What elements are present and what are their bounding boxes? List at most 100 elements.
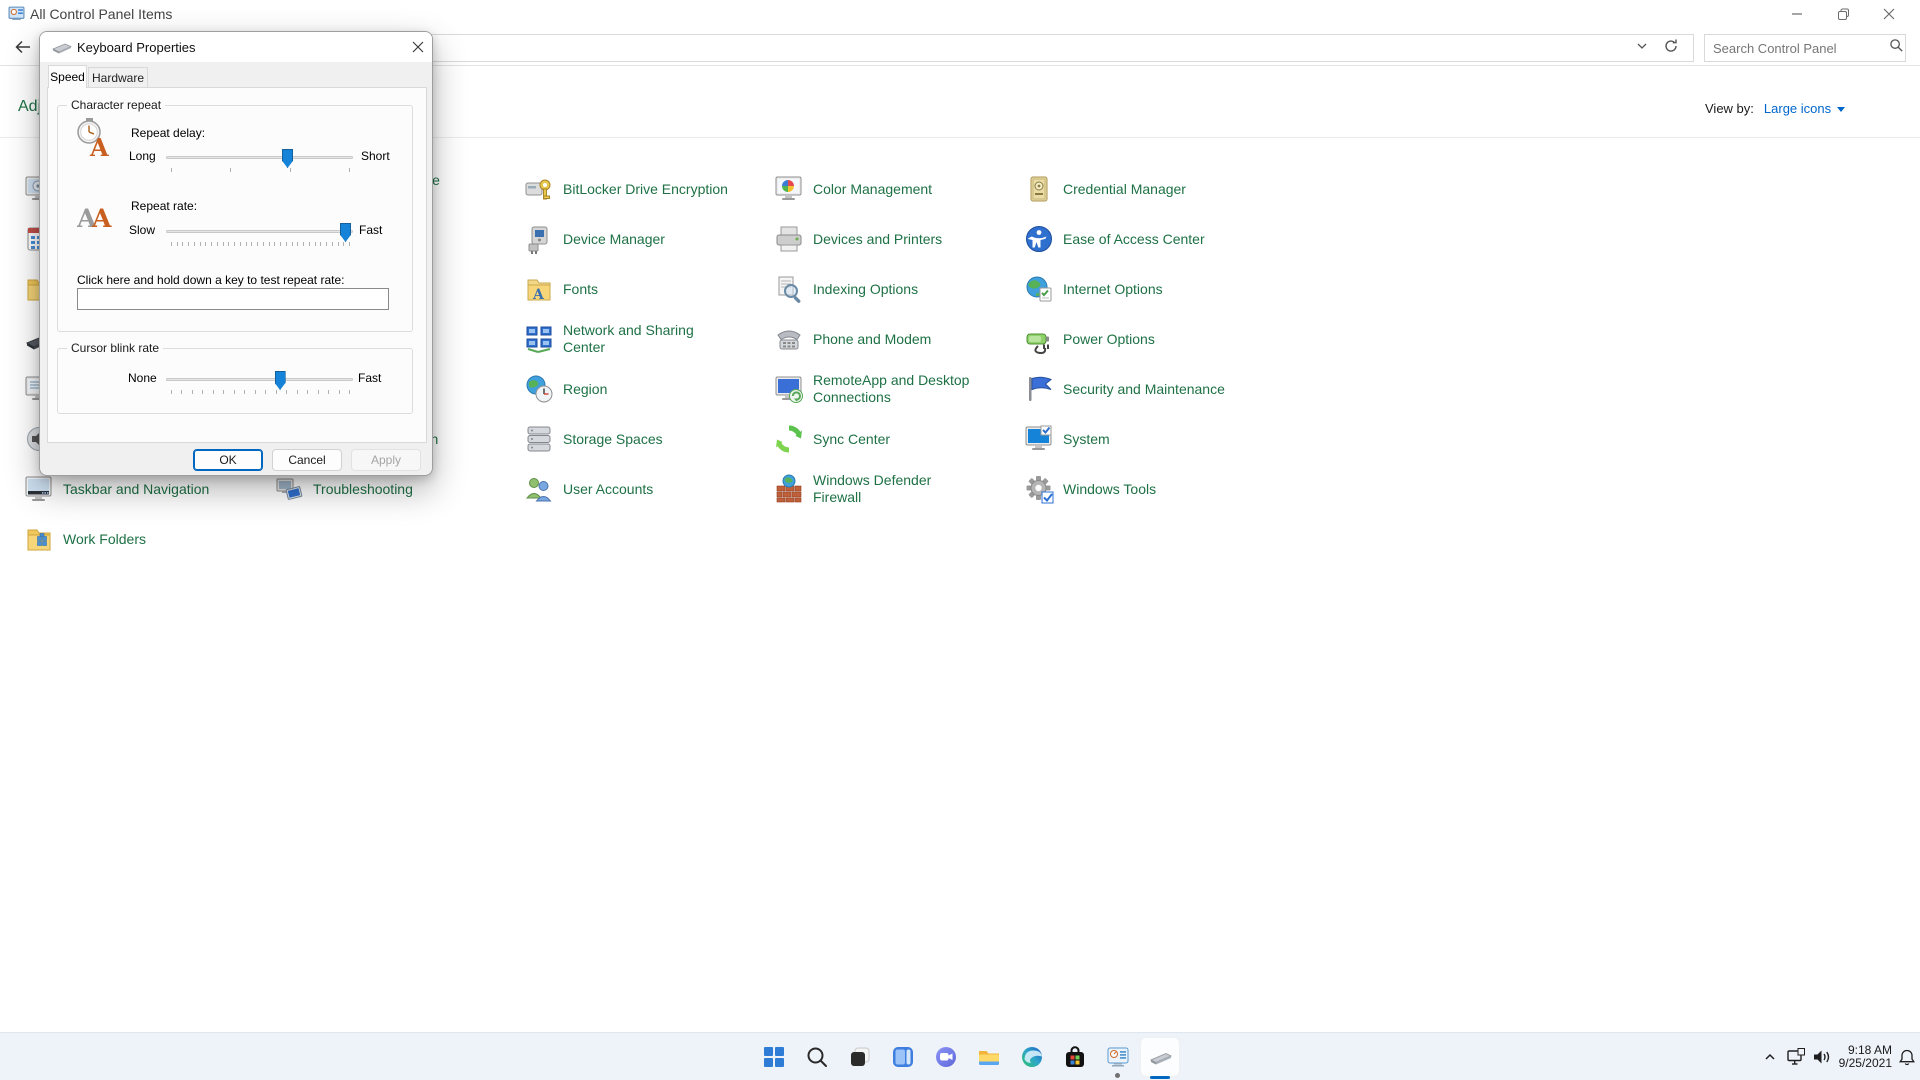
view-by-label: View by: (1705, 101, 1754, 116)
cancel-button[interactable]: Cancel (272, 449, 342, 471)
chevron-down-icon (1836, 105, 1846, 113)
tray-clock[interactable]: 9:18 AM 9/25/2021 (1835, 1044, 1896, 1070)
taskbar-start-icon[interactable] (752, 1033, 795, 1080)
user-accounts-icon (524, 474, 554, 504)
control-panel-item-credential-manager[interactable]: Credential Manager (1024, 171, 1186, 207)
troubleshooting-icon (274, 474, 304, 504)
system-icon (1024, 424, 1054, 454)
control-panel-item-ease-of-access-center[interactable]: Ease of Access Center (1024, 221, 1205, 257)
minimize-button[interactable] (1774, 0, 1820, 28)
taskbar-task-view-icon[interactable] (838, 1033, 881, 1080)
taskbar-widgets-icon[interactable] (881, 1033, 924, 1080)
repeat-delay-slider-track[interactable] (166, 156, 353, 159)
control-panel-item-remoteapp-and-desktop-connections[interactable]: RemoteApp and Desktop Connections (774, 371, 969, 407)
control-panel-item-network-and-sharing-center[interactable]: Network and Sharing Center (524, 321, 694, 357)
control-panel-item-work-folders[interactable]: Work Folders (24, 521, 146, 557)
view-by-dropdown[interactable]: Large icons (1764, 101, 1846, 116)
power-options-icon (1024, 324, 1054, 354)
taskbar: The Collection Book 9:18 AM 9/25/2021 (0, 1032, 1920, 1080)
search-box[interactable] (1704, 34, 1906, 62)
control-panel-item-devices-and-printers[interactable]: Devices and Printers (774, 221, 942, 257)
control-panel-item-power-options[interactable]: Power Options (1024, 321, 1155, 357)
control-panel-item-internet-options[interactable]: Internet Options (1024, 271, 1163, 307)
control-panel-item-label: Phone and Modem (813, 331, 931, 348)
slider-tick (349, 390, 350, 394)
region-icon (524, 374, 554, 404)
character-repeat-group-label: Character repeat (67, 98, 165, 112)
control-panel-item-color-management[interactable]: Color Management (774, 171, 932, 207)
refresh-icon[interactable] (1663, 38, 1679, 59)
control-panel-item-security-and-maintenance[interactable]: Security and Maintenance (1024, 371, 1225, 407)
taskbar-file-explorer-icon[interactable] (967, 1033, 1010, 1080)
search-icon[interactable] (1889, 38, 1904, 58)
taskbar-control-panel-icon[interactable] (1096, 1033, 1139, 1080)
tab-hardware[interactable]: Hardware (88, 67, 148, 88)
device-manager-icon (524, 224, 554, 254)
control-panel-item-label: Internet Options (1063, 281, 1163, 298)
dialog-titlebar: Keyboard Properties (40, 32, 432, 62)
svg-text:A: A (532, 287, 545, 303)
taskbar-search-icon[interactable] (795, 1033, 838, 1080)
control-panel-item-label: Indexing Options (813, 281, 918, 298)
slider-tick (171, 390, 172, 394)
control-panel-item-bitlocker-drive-encryption[interactable]: BitLocker Drive Encryption (524, 171, 728, 207)
control-panel-item-storage-spaces[interactable]: Storage Spaces (524, 421, 663, 457)
control-panel-item-user-accounts[interactable]: User Accounts (524, 471, 653, 507)
control-panel-item-system[interactable]: System (1024, 421, 1110, 457)
svg-text:A: A (89, 133, 109, 158)
slider-tick (338, 242, 339, 246)
ok-button[interactable]: OK (193, 449, 263, 471)
restore-button[interactable] (1820, 0, 1866, 28)
slider-tick (240, 242, 241, 246)
control-panel-item-label: Fonts (563, 281, 598, 298)
slider-tick (265, 390, 266, 394)
address-dropdown-chevron-icon[interactable] (1635, 39, 1649, 58)
control-panel-item-windows-defender-firewall[interactable]: Windows Defender Firewall (774, 471, 931, 507)
slider-tick (234, 242, 235, 246)
repeat-rate-min-label: Slow (129, 223, 155, 237)
control-panel-item-label: System (1063, 431, 1110, 448)
control-panel-item-troubleshooting[interactable]: Troubleshooting (274, 471, 413, 507)
control-panel-item-indexing-options[interactable]: Indexing Options (774, 271, 918, 307)
slider-tick (177, 242, 178, 246)
work-folders-icon (24, 524, 54, 554)
dialog-close-icon[interactable] (406, 36, 430, 58)
control-panel-item-phone-and-modem[interactable]: Phone and Modem (774, 321, 931, 357)
control-panel-item-region[interactable]: Region (524, 371, 607, 407)
control-panel-item-fonts[interactable]: A Fonts (524, 271, 598, 307)
cursor-blink-slider-track[interactable] (166, 378, 353, 381)
slider-tick (276, 390, 277, 394)
slider-tick (280, 242, 281, 246)
taskbar-edge-icon[interactable] (1010, 1033, 1053, 1080)
taskbar-store-icon[interactable] (1053, 1033, 1096, 1080)
control-panel-item-taskbar-and-navigation[interactable]: Taskbar and Navigation (24, 471, 209, 507)
control-panel-item-windows-tools[interactable]: Windows Tools (1024, 471, 1156, 507)
control-panel-item-device-manager[interactable]: Device Manager (524, 221, 665, 257)
repeat-rate-slider-track[interactable] (166, 230, 353, 233)
close-button[interactable] (1866, 0, 1912, 28)
slider-tick (290, 168, 291, 172)
taskbar-keyboard-app-icon[interactable] (1139, 1033, 1182, 1080)
control-panel-item-label: Device Manager (563, 231, 665, 248)
slider-tick (194, 242, 195, 246)
slider-tick (223, 242, 224, 246)
repeat-test-input[interactable] (77, 288, 389, 310)
slider-tick (326, 242, 327, 246)
window-titlebar: All Control Panel Items (0, 0, 1920, 28)
apply-button[interactable]: Apply (351, 449, 421, 471)
slider-tick (257, 242, 258, 246)
back-button[interactable] (8, 32, 38, 62)
control-panel-item-sync-center[interactable]: Sync Center (774, 421, 890, 457)
tab-speed[interactable]: Speed (48, 65, 87, 88)
slider-tick (303, 242, 304, 246)
search-input[interactable] (1713, 41, 1889, 56)
tray-volume-icon[interactable] (1809, 1033, 1835, 1080)
tray-notification-bell-icon[interactable] (1896, 1033, 1918, 1080)
slider-tick (286, 242, 287, 246)
tray-chevron-up-icon[interactable] (1757, 1033, 1783, 1080)
storage-spaces-icon (524, 424, 554, 454)
slider-tick (211, 242, 212, 246)
slider-tick (332, 242, 333, 246)
taskbar-chat-icon[interactable] (924, 1033, 967, 1080)
tray-display-icon[interactable] (1783, 1033, 1809, 1080)
